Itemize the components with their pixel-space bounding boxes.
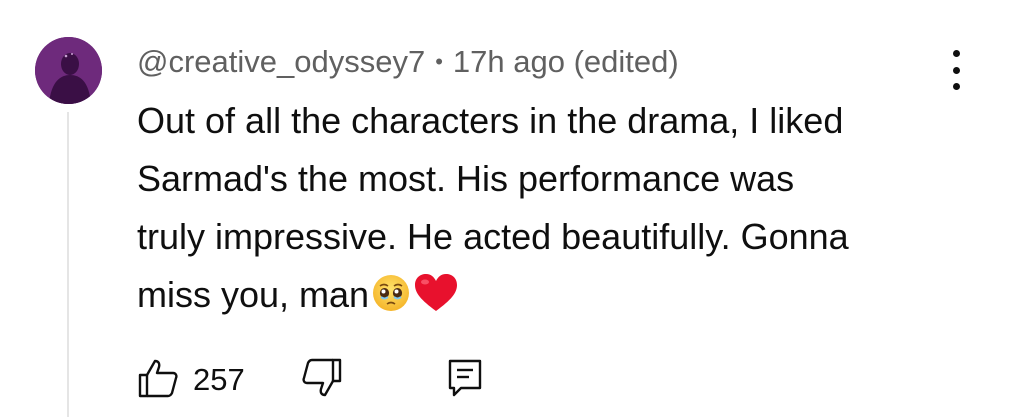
avatar[interactable]: [35, 37, 102, 104]
comment-line: Out of all the characters in the drama, …: [137, 100, 844, 141]
reply-comment-icon[interactable]: [447, 358, 483, 403]
thumbs-up-icon[interactable]: [137, 358, 181, 403]
edited-label: (edited): [573, 44, 679, 79]
dislike-button[interactable]: [299, 358, 343, 403]
author-handle[interactable]: @creative_odyssey7: [137, 44, 425, 80]
comment-line: truly impressive. He acted beautifully. …: [137, 216, 849, 257]
more-vert-icon[interactable]: [942, 50, 970, 90]
like-button[interactable]: 257: [137, 358, 245, 403]
reply-button[interactable]: [447, 358, 483, 403]
like-count: 257: [193, 362, 245, 397]
comment-line: Sarmad's the most. His performance was: [137, 158, 795, 199]
comment-line-last: miss you, man: [137, 266, 937, 330]
comment-text: Out of all the characters in the drama, …: [137, 92, 937, 330]
thumbs-down-icon[interactable]: [299, 358, 343, 403]
comment-line: miss you, man: [137, 274, 370, 315]
red-heart-emoji: [413, 272, 459, 330]
thread-line: [67, 112, 69, 417]
separator: •: [435, 49, 443, 74]
timestamp[interactable]: 17h ago: [453, 44, 565, 80]
comment: @creative_odyssey7 • 17h ago (edited) Ou…: [0, 0, 1024, 417]
comment-actions: 257: [137, 358, 483, 402]
comment-header: @creative_odyssey7 • 17h ago (edited): [137, 40, 679, 84]
pleading-face-emoji: [371, 272, 411, 330]
